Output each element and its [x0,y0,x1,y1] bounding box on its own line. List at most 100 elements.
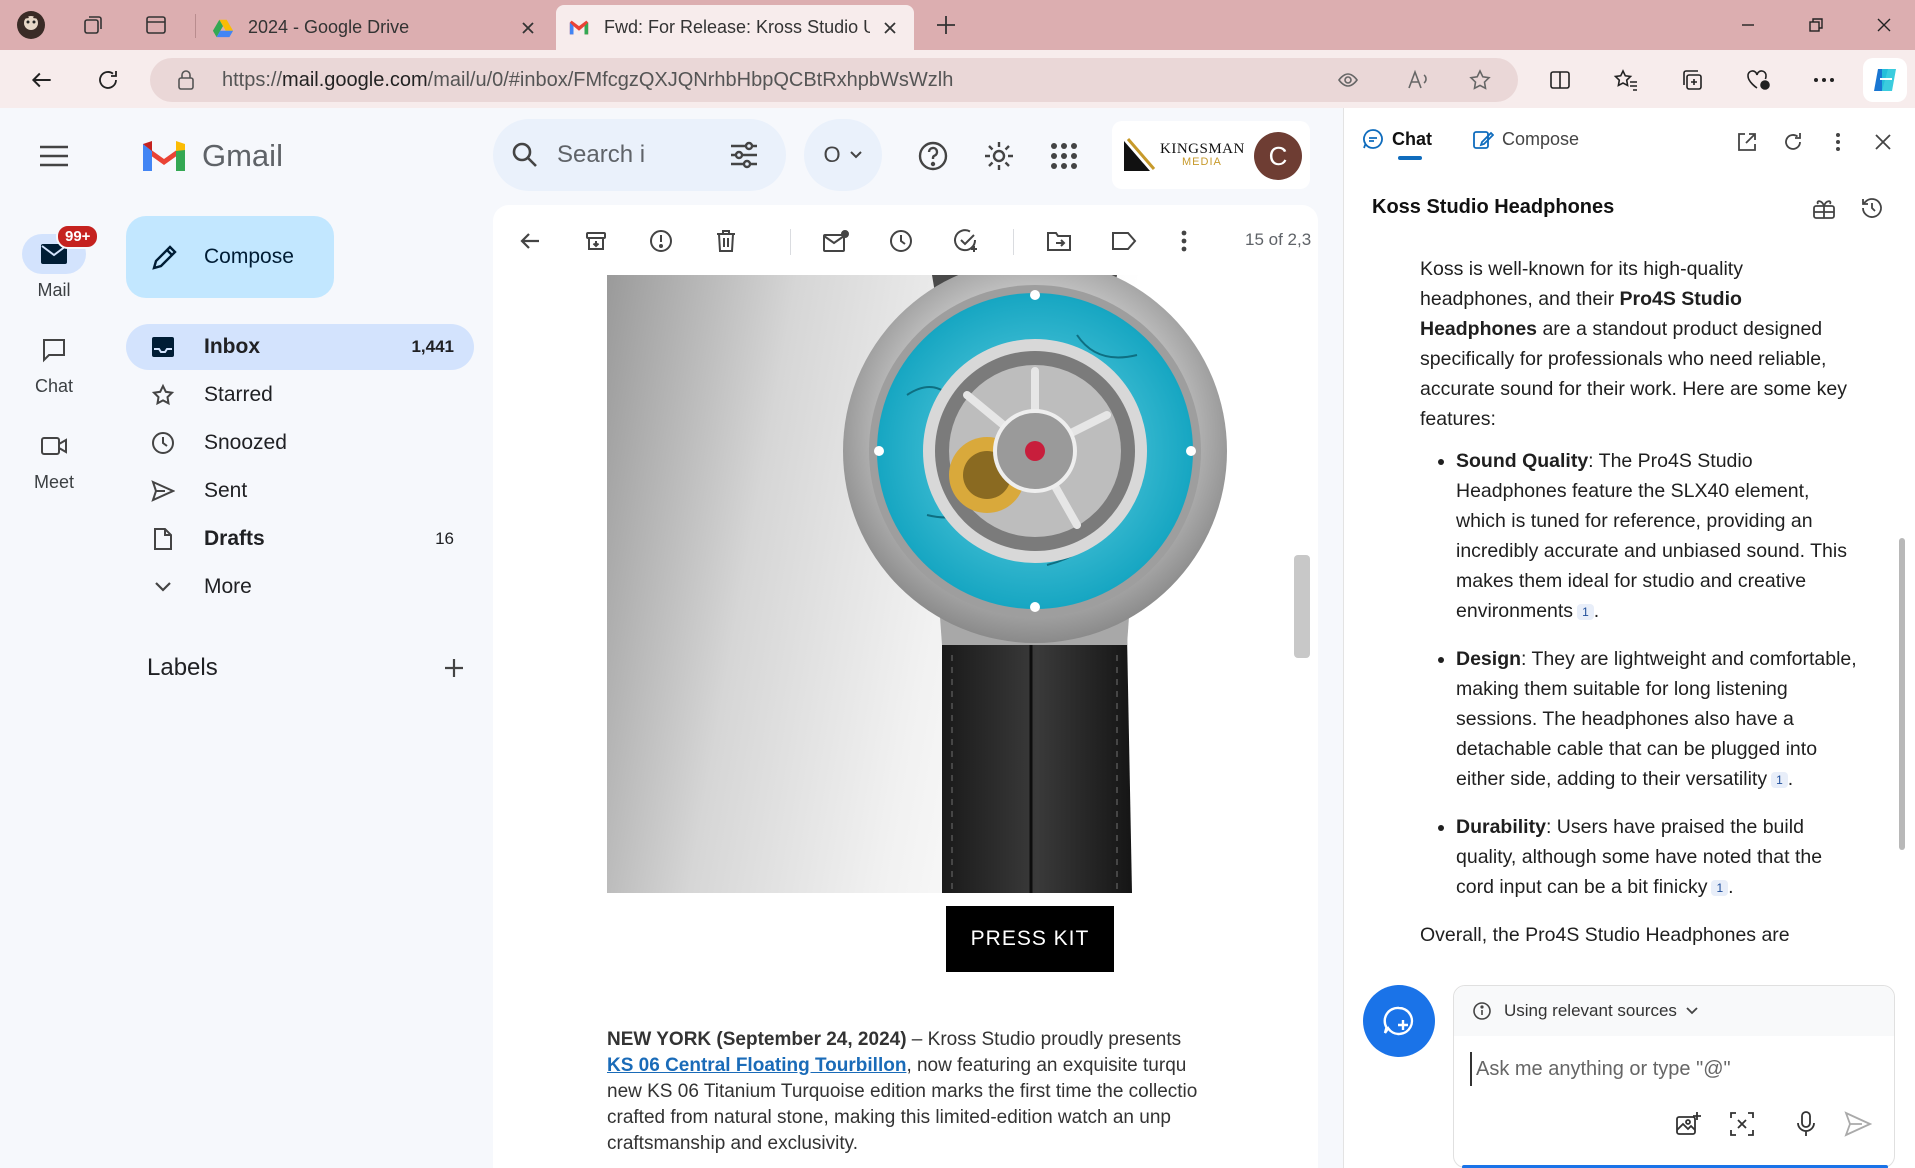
move-to-icon[interactable] [1043,225,1075,257]
answer-scrollbar[interactable] [1899,538,1905,850]
open-in-new-icon[interactable] [1733,128,1761,156]
add-image-icon[interactable] [1672,1108,1704,1140]
back-to-inbox-icon[interactable] [515,225,547,257]
message-scrollbar[interactable] [1294,555,1310,658]
workspaces-icon[interactable] [77,9,109,41]
search-icon[interactable] [511,141,539,169]
new-chat-icon [1383,1006,1414,1036]
tab-gmail-message[interactable]: Fwd: For Release: Kross Studio Un [556,5,914,50]
nav-more[interactable]: More [126,564,474,610]
gmail-logo[interactable]: Gmail [140,138,283,174]
refresh-icon[interactable] [90,62,126,98]
add-to-tasks-icon[interactable] [950,225,982,257]
send-message-icon[interactable] [1842,1108,1874,1140]
close-sidebar-icon[interactable] [1869,128,1897,156]
new-topic-button[interactable] [1363,985,1435,1057]
label-tag-icon[interactable] [1108,225,1140,257]
profile-avatar-icon[interactable] [15,9,47,41]
more-actions-icon[interactable] [1168,225,1200,257]
gmail-m-icon [143,141,185,171]
nav-drafts[interactable]: Drafts 16 [126,516,474,562]
nav-inbox[interactable]: Inbox 1,441 [126,324,474,370]
address-bar[interactable]: https://mail.google.com/mail/u/0/#inbox/… [150,58,1518,102]
account-avatar[interactable]: C [1254,132,1302,180]
tracking-prevention-icon[interactable] [1334,66,1362,94]
more-options-icon[interactable] [1824,128,1852,156]
copilot-tabs: Chat Compose [1344,108,1915,166]
refresh-chat-icon[interactable] [1779,128,1807,156]
settings-gear-icon[interactable] [981,138,1017,174]
rail-mail[interactable]: 99+ Mail [0,224,108,301]
citation-link[interactable]: 1 [1711,879,1729,896]
tab-actions-icon[interactable] [140,9,172,41]
browser-essentials-icon[interactable] [1740,62,1776,98]
toolbar-divider [790,229,791,255]
favorites-icon[interactable] [1608,62,1644,98]
plugins-icon[interactable] [1810,194,1838,222]
close-tab-icon[interactable] [516,16,540,40]
tab-google-drive[interactable]: 2024 - Google Drive [200,5,552,50]
email-line-5: craftsmanship and exclusivity. [607,1133,858,1154]
mark-unread-icon[interactable] [820,225,852,257]
browser-tab-strip: 2024 - Google Drive Fwd: For Release: Kr… [0,0,1915,50]
nav-more-label: More [204,575,252,598]
tab-chat[interactable]: Chat [1362,128,1432,150]
report-spam-icon[interactable] [645,225,677,257]
inbox-count: 1,441 [411,337,454,356]
read-aloud-icon[interactable] [1404,66,1432,94]
favorite-star-icon[interactable] [1466,66,1494,94]
close-window-icon[interactable] [1866,10,1902,40]
compose-label: Compose [204,245,294,268]
rail-chat[interactable]: Chat [0,330,108,397]
add-label-icon[interactable] [443,657,465,679]
history-icon[interactable] [1858,194,1886,222]
ask-input[interactable] [1470,1052,1870,1086]
search-options-icon[interactable] [729,141,759,169]
watch-product-link[interactable]: KS 06 Central Floating Tourbillon [607,1055,906,1076]
account-switcher[interactable]: KINGSMAN MEDIA C [1112,121,1310,189]
url-text: https://mail.google.com/mail/u/0/#inbox/… [222,69,954,91]
main-menu-icon[interactable] [38,144,70,168]
rail-mail-label: Mail [37,280,71,300]
restore-window-icon[interactable] [1798,10,1834,40]
browser-toolbar: https://mail.google.com/mail/u/0/#inbox/… [0,50,1915,108]
nav-sent[interactable]: Sent [126,468,474,514]
google-apps-icon[interactable] [1046,138,1082,174]
settings-more-icon[interactable] [1806,62,1842,98]
minimize-window-icon[interactable] [1730,10,1766,40]
citation-link[interactable]: 1 [1577,603,1594,620]
email-line-1: NEW YORK (September 24, 2024) – Kross St… [607,1029,1182,1050]
screenshot-icon[interactable] [1726,1108,1758,1140]
microphone-icon[interactable] [1790,1108,1822,1140]
press-kit-button[interactable]: PRESS KIT [946,906,1114,972]
drafts-count: 16 [435,529,454,548]
mail-search[interactable] [493,119,786,191]
email-line-3: new KS 06 Titanium Turquoise edition mar… [607,1081,1198,1102]
support-icon[interactable] [915,138,951,174]
back-icon[interactable] [24,62,60,98]
new-tab-icon[interactable] [930,9,962,41]
draft-file-icon [150,526,176,552]
meet-pill [22,426,86,466]
search-input[interactable] [557,137,677,173]
close-tab-icon[interactable] [878,16,902,40]
compose-button[interactable]: Compose [126,216,334,298]
tab-compose[interactable]: Compose [1472,128,1579,150]
rail-meet[interactable]: Meet [0,426,108,493]
sources-label: Using relevant sources [1504,1001,1677,1020]
delete-icon[interactable] [710,225,742,257]
nav-starred[interactable]: Starred [126,372,474,418]
status-selector[interactable]: O [804,119,882,191]
collections-icon[interactable] [1674,62,1710,98]
copilot-icon[interactable] [1863,58,1907,102]
snooze-icon[interactable] [885,225,917,257]
nav-snoozed[interactable]: Snoozed [126,420,474,466]
inbox-icon [150,334,176,360]
send-icon [150,478,176,504]
split-screen-icon[interactable] [1542,62,1578,98]
archive-icon[interactable] [580,225,612,257]
sources-selector[interactable]: Using relevant sources [1454,986,1894,1036]
dateline: NEW YORK (September 24, 2024) [607,1029,907,1050]
citation-link[interactable]: 1 [1771,771,1788,788]
active-tab-indicator [1398,156,1422,160]
